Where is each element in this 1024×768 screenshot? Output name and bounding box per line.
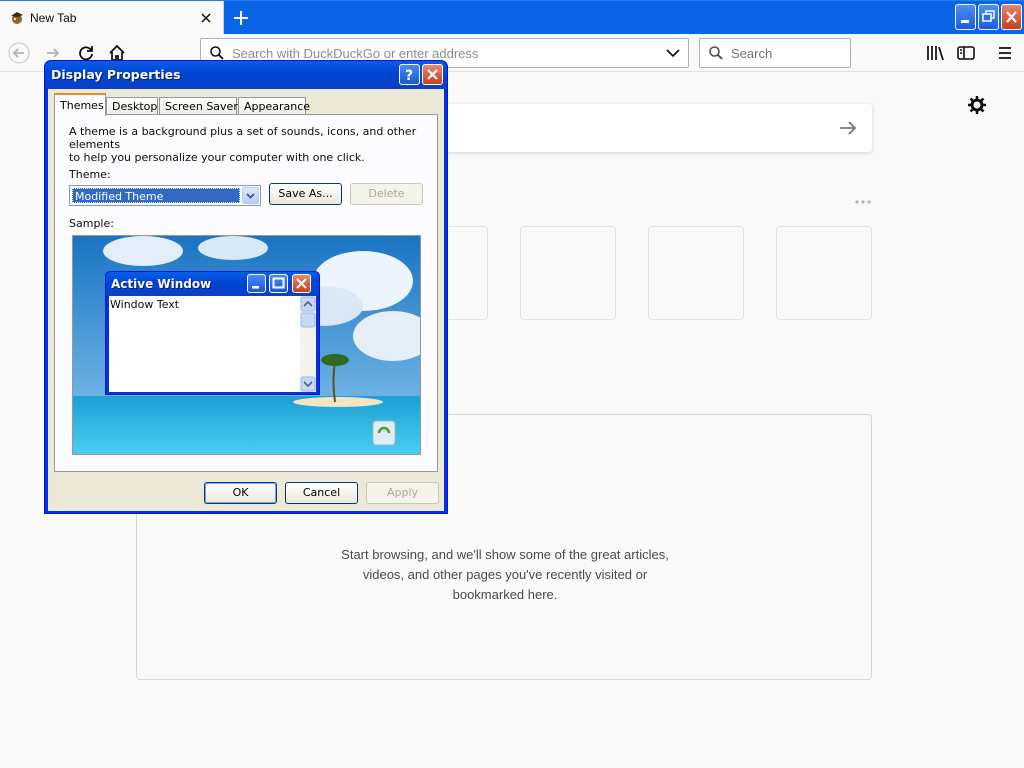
theme-label: Theme: [69,168,111,181]
dialog-body: Themes Desktop Screen Saver Appearance A… [48,89,444,511]
minimize-icon [961,20,969,23]
gear-icon[interactable] [966,94,988,116]
ok-button[interactable]: OK [204,482,277,504]
page-scrollbar[interactable] [1012,72,1024,768]
dialog-close-button[interactable] [422,64,443,85]
svg-text:?: ? [405,68,413,84]
dialog-title: Display Properties [51,67,181,82]
theme-select-arrow[interactable] [242,187,259,204]
apply-button[interactable]: Apply [366,482,439,504]
active-window-preview: Active Window Window Text [105,271,320,395]
close-icon [296,278,307,289]
question-icon: ? [405,68,413,84]
restore-window-button[interactable] [978,4,999,30]
hamburger-menu-icon[interactable] [994,42,1016,64]
preview-maximize-button [269,274,288,293]
empty-message-line: Start browsing, and we'll show some of t… [341,547,669,562]
top-site-tile[interactable] [520,226,616,320]
cancel-button[interactable]: Cancel [285,482,358,504]
themes-description: A theme is a background plus a set of so… [69,125,429,164]
delete-button[interactable]: Delete [350,183,423,205]
tab-new-tab[interactable]: New Tab [0,1,224,35]
empty-state-message: Start browsing, and we'll show some of t… [137,545,873,605]
theme-sample-preview: Active Window Window Text [72,235,421,455]
close-window-button[interactable] [1001,4,1022,30]
minimize-window-button[interactable] [955,4,976,30]
close-icon [1006,11,1017,23]
tab-title: New Tab [30,11,77,25]
tab-appearance[interactable]: Appearance [238,97,310,115]
top-site-tile[interactable] [776,226,872,320]
preview-minimize-button [247,274,266,293]
sample-label: Sample: [69,217,114,230]
empty-message-line: bookmarked here. [452,587,558,602]
library-icon[interactable] [924,42,946,64]
maximize-icon [272,277,285,289]
arrow-right-icon[interactable] [838,119,858,137]
tab-screen-saver[interactable]: Screen Saver [159,97,238,115]
window-text-sample: Window Text [110,298,180,311]
close-icon [427,69,438,80]
save-as-button[interactable]: Save As... [269,183,342,205]
display-properties-dialog: Display Properties ? Themes Desktop Scre… [44,60,448,514]
back-icon[interactable] [8,42,30,64]
chevron-down-icon[interactable] [666,47,680,59]
firefox-icon [11,12,23,24]
dialog-titlebar[interactable]: Display Properties ? [45,61,447,89]
active-window-title: Active Window [111,277,212,291]
active-window-body: Window Text [109,296,316,392]
minimize-icon [252,286,259,289]
search-icon [210,46,224,60]
active-window-titlebar: Active Window [106,272,319,296]
close-tab-icon[interactable] [198,10,214,26]
theme-select-value: Modified Theme [72,188,240,203]
preview-close-button [292,274,311,293]
search-icon [709,46,723,60]
scrollbar-arrows-icon [300,296,316,392]
help-button[interactable]: ? [399,64,420,85]
preview-scrollbar [300,296,316,392]
description-line: to help you personalize your computer wi… [69,151,365,164]
tab-themes[interactable]: Themes [54,93,106,116]
tab-bar: New Tab [0,0,1024,35]
search-bar[interactable]: Search [699,38,851,68]
more-options-icon[interactable] [854,198,872,206]
empty-message-line: videos, and other pages you've recently … [362,567,648,582]
theme-select[interactable]: Modified Theme [69,185,261,206]
restore-icon [982,10,995,22]
sidebar-icon[interactable] [955,42,977,64]
tab-desktop[interactable]: Desktop [106,97,158,115]
new-tab-icon[interactable] [230,7,252,29]
chevron-down-icon [246,193,255,199]
themes-panel: A theme is a background plus a set of so… [54,114,438,472]
url-placeholder: Search with DuckDuckGo or enter address [232,46,479,61]
description-line: A theme is a background plus a set of so… [69,125,417,151]
search-placeholder: Search [731,46,773,61]
top-site-tile[interactable] [648,226,744,320]
